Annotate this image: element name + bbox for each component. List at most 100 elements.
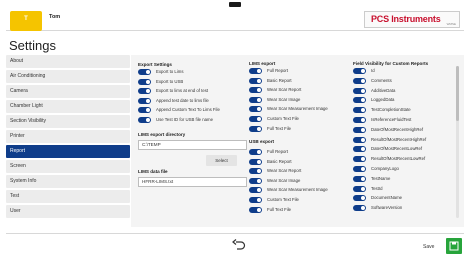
usb-export-toggle-wear-scar-measurement-image[interactable] xyxy=(249,187,262,194)
toggle-label: Use Test ID for USB file name xyxy=(156,116,213,122)
sidebar-item-system-info[interactable]: System Info xyxy=(6,175,130,188)
toggle-label: Full Text File xyxy=(267,125,292,131)
toggle-label: Wear Scar Report xyxy=(267,168,302,174)
field-visibility-toggle-companylogo[interactable] xyxy=(353,166,366,172)
sidebar-item-screen[interactable]: Screen xyxy=(6,160,130,173)
export-settings-toggle-append-test-date-to-lims-file[interactable] xyxy=(138,97,151,104)
toggle-label: SoftwareVersion xyxy=(371,205,403,211)
sidebar-item-chamber-light[interactable]: Chamber Light xyxy=(6,100,130,113)
toggle-label: Wear Scar Measurement Image xyxy=(267,106,328,112)
export-settings-toggle-use-test-id-for-usb-file-name[interactable] xyxy=(138,116,151,123)
sidebar-item-camera[interactable]: Camera xyxy=(6,85,130,98)
field-visibility-toggle-testcompletionstate[interactable] xyxy=(353,107,366,114)
usb-export-title: USB export xyxy=(249,139,275,144)
field-visibility-toggle-isreferencefluidtest[interactable] xyxy=(353,117,366,123)
lims-export-toggle-wear-scar-report[interactable] xyxy=(249,87,262,94)
toggle-label: IsReferenceFluidTest xyxy=(371,117,412,122)
toggle-label: LoggedData xyxy=(371,97,395,103)
toggle-label: DateOfMostRecentHighRef xyxy=(371,126,424,132)
toggle-label: Comments xyxy=(371,77,392,83)
toggle-label: Wear Scar Measurement Image xyxy=(267,187,328,193)
usb-export-toggle-custom-text-file[interactable] xyxy=(249,197,262,203)
toggle-label: Id xyxy=(371,68,375,73)
camera-notch xyxy=(229,2,241,7)
avatar[interactable]: T xyxy=(10,11,42,31)
lims-export-toggle-basic-report[interactable] xyxy=(249,77,262,84)
usb-export-toggle-full-text-file[interactable] xyxy=(249,206,262,213)
usb-export-toggle-wear-scar-report[interactable] xyxy=(249,168,262,175)
toggle-label: Export to USB xyxy=(156,78,184,84)
field-visibility-title: Field Visibility for Custom Reports xyxy=(353,61,429,66)
sidebar-item-user[interactable]: User xyxy=(6,205,130,218)
field-visibility-toggle-testname[interactable] xyxy=(353,175,366,182)
lims-data-file-label: LIMS data file xyxy=(138,169,168,174)
field-visibility-toggle-id[interactable] xyxy=(353,68,366,74)
field-visibility-toggle-additivedata[interactable] xyxy=(353,87,366,94)
export-settings-toggle-append-custom-text-to-lims-file[interactable] xyxy=(138,107,151,113)
field-visibility-toggle-dateofmostrecenthighref[interactable] xyxy=(353,126,366,133)
lims-export-toggle-full-report[interactable] xyxy=(249,68,262,74)
toggle-label: CompanyLogo xyxy=(371,166,399,171)
toggle-label: Custom Text File xyxy=(267,116,299,121)
lims-export-directory-input[interactable]: C:\TEMP xyxy=(138,140,247,150)
field-visibility-toggle-softwareversion[interactable] xyxy=(353,205,366,212)
toggle-label: TestCompletionState xyxy=(371,107,411,113)
toggle-label: Full Text File xyxy=(267,206,292,212)
toggle-label: DateOfMostRecentLowRef xyxy=(371,146,423,152)
scrollbar-thumb[interactable] xyxy=(456,66,459,121)
toggle-label: Append Custom Text To Lims File xyxy=(156,107,220,112)
toggle-label: AdditiveData xyxy=(371,87,396,93)
undo-button[interactable] xyxy=(228,238,250,252)
field-visibility-toggle-testid[interactable] xyxy=(353,185,366,192)
toggle-label: Export to lims at end of test xyxy=(156,88,209,93)
export-settings-toggle-export-to-lims[interactable] xyxy=(138,69,151,75)
logo-text: PCS Instruments xyxy=(371,14,441,24)
company-logo: PCS Instruments WMSE xyxy=(364,11,460,28)
lims-export-toggle-wear-scar-image[interactable] xyxy=(249,96,262,103)
field-visibility-toggle-loggeddata[interactable] xyxy=(353,97,366,104)
lims-export-directory-label: LIMS export directory xyxy=(138,132,186,137)
export-settings-toggle-export-to-usb[interactable] xyxy=(138,78,151,85)
toggle-label: Full Report xyxy=(267,149,289,154)
toggle-label: Export to Lims xyxy=(156,69,184,74)
settings-screen: T Tom PCS Instruments WMSE Settings Abou… xyxy=(0,0,470,259)
select-directory-button[interactable]: Select xyxy=(206,155,237,166)
save-icon xyxy=(449,241,459,251)
sidebar-item-test[interactable]: Test xyxy=(6,190,130,203)
field-visibility-toggle-dateofmostrecentlowref[interactable] xyxy=(353,146,366,153)
field-visibility-toggle-comments[interactable] xyxy=(353,77,366,84)
field-visibility-toggle-documentname[interactable] xyxy=(353,195,366,202)
lims-export-toggle-wear-scar-measurement-image[interactable] xyxy=(249,106,262,113)
sidebar-item-section-visibility[interactable]: Section Visibility xyxy=(6,115,130,128)
page-title: Settings xyxy=(9,38,56,53)
toggle-label: Full Report xyxy=(267,68,289,73)
sidebar-item-air-conditioning[interactable]: Air Conditioning xyxy=(6,70,130,83)
toggle-label: Wear Scar Image xyxy=(267,177,301,183)
lims-export-toggle-custom-text-file[interactable] xyxy=(249,116,262,122)
toggle-label: TestId xyxy=(371,185,383,191)
field-visibility-toggle-resultofmostrecentlowref[interactable] xyxy=(353,156,366,163)
save-button[interactable] xyxy=(446,238,462,254)
toggle-label: ResultOfMostRecentLowRef xyxy=(371,156,426,162)
lims-export-toggle-full-text-file[interactable] xyxy=(249,125,262,132)
usb-export-toggle-basic-report[interactable] xyxy=(249,158,262,165)
toggle-label: DocumentName xyxy=(371,195,403,201)
undo-icon xyxy=(232,239,246,250)
settings-sidebar: About Air Conditioning Camera Chamber Light… xyxy=(6,55,130,220)
toggle-label: Basic Report xyxy=(267,77,292,83)
sidebar-item-printer[interactable]: Printer xyxy=(6,130,130,143)
save-label: Save xyxy=(423,244,435,250)
toggle-label: Wear Scar Image xyxy=(267,96,301,102)
sidebar-item-report[interactable]: Report xyxy=(6,145,130,158)
export-settings-toggle-export-to-lims-at-end-of-test[interactable] xyxy=(138,88,151,94)
usb-export-toggle-full-report[interactable] xyxy=(249,149,262,155)
toggle-label: Custom Text File xyxy=(267,197,299,202)
lims-data-file-input[interactable]: HFRR-LIMS.txt xyxy=(138,177,247,187)
toggle-label: Basic Report xyxy=(267,158,292,164)
usb-export-toggle-wear-scar-image[interactable] xyxy=(249,177,262,184)
toggle-label: Append test date to lims file xyxy=(156,97,209,103)
avatar-letter: T xyxy=(24,16,28,22)
field-visibility-toggle-resultofmostrecenthighref[interactable] xyxy=(353,136,366,143)
sidebar-item-about[interactable]: About xyxy=(6,55,130,68)
field-visibility-scrollbar[interactable] xyxy=(456,66,459,218)
